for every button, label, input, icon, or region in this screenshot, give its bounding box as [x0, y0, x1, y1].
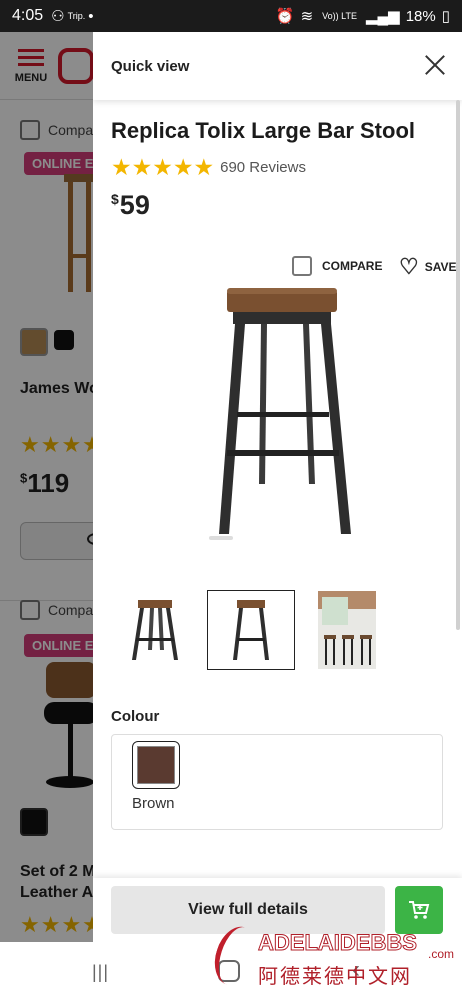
save-label: SAVE	[424, 260, 457, 274]
scrollbar[interactable]	[456, 100, 460, 630]
star-rating-icon: ★★★★★	[111, 154, 215, 180]
colour-option-brown[interactable]	[132, 741, 180, 789]
thumbnail-3[interactable]	[303, 590, 391, 670]
watermark-chinese: 阿德莱德中文网	[258, 966, 412, 988]
watermark-logo-icon	[207, 921, 265, 991]
panel-header: Quick view	[93, 32, 462, 100]
signal-icon: ▂▄▆	[366, 8, 400, 25]
product-price: $59	[111, 190, 150, 220]
status-time: 4:05	[12, 7, 44, 24]
dot-icon: •	[88, 7, 94, 25]
status-bar: 4:05 ⚇ Trip. • ⏰ ≋ Vo)) LTE ▂▄▆ 18% ▯	[0, 0, 462, 32]
network-label: Vo)) LTE	[322, 11, 357, 21]
colour-swatch	[137, 746, 175, 784]
colour-selector: Brown	[111, 734, 443, 830]
panel-title: Quick view	[111, 57, 190, 75]
quick-view-panel: Quick view Replica Tolix Large Bar Stool…	[93, 32, 462, 942]
thumbnail-1[interactable]	[111, 590, 199, 670]
notification-text: Trip.	[67, 11, 86, 21]
heart-icon: ♡	[399, 254, 419, 279]
watermark-brand: ADELAIDEBBS	[258, 930, 418, 956]
checkbox-icon[interactable]	[292, 256, 312, 276]
reviews-count[interactable]: 690 Reviews	[220, 159, 306, 176]
close-icon[interactable]	[422, 52, 448, 78]
colour-heading: Colour	[111, 708, 160, 725]
watermark: ADELAIDEBBS .com 阿德莱德中文网	[207, 920, 462, 1000]
colour-name: Brown	[132, 795, 175, 812]
battery-level: 18%	[405, 7, 436, 25]
notification-icon: ⚇	[51, 8, 65, 25]
product-rating[interactable]: ★★★★★ 690 Reviews	[111, 154, 306, 181]
cart-icon	[409, 901, 430, 919]
watermark-domain: .com	[428, 947, 455, 961]
product-title: Replica Tolix Large Bar Stool	[111, 118, 415, 143]
save-button[interactable]: ♡ SAVE	[399, 256, 457, 278]
compare-checkbox[interactable]: COMPARE	[292, 256, 382, 276]
recent-apps-icon[interactable]: |||	[92, 962, 109, 983]
thumbnail-2[interactable]	[207, 590, 295, 670]
main-product-image	[209, 288, 351, 540]
thumbnail-strip	[111, 590, 399, 670]
wifi-icon: ≋	[300, 8, 314, 25]
battery-icon: ▯	[441, 8, 450, 25]
alarm-icon: ⏰	[275, 8, 295, 25]
compare-label: COMPARE	[322, 259, 383, 273]
